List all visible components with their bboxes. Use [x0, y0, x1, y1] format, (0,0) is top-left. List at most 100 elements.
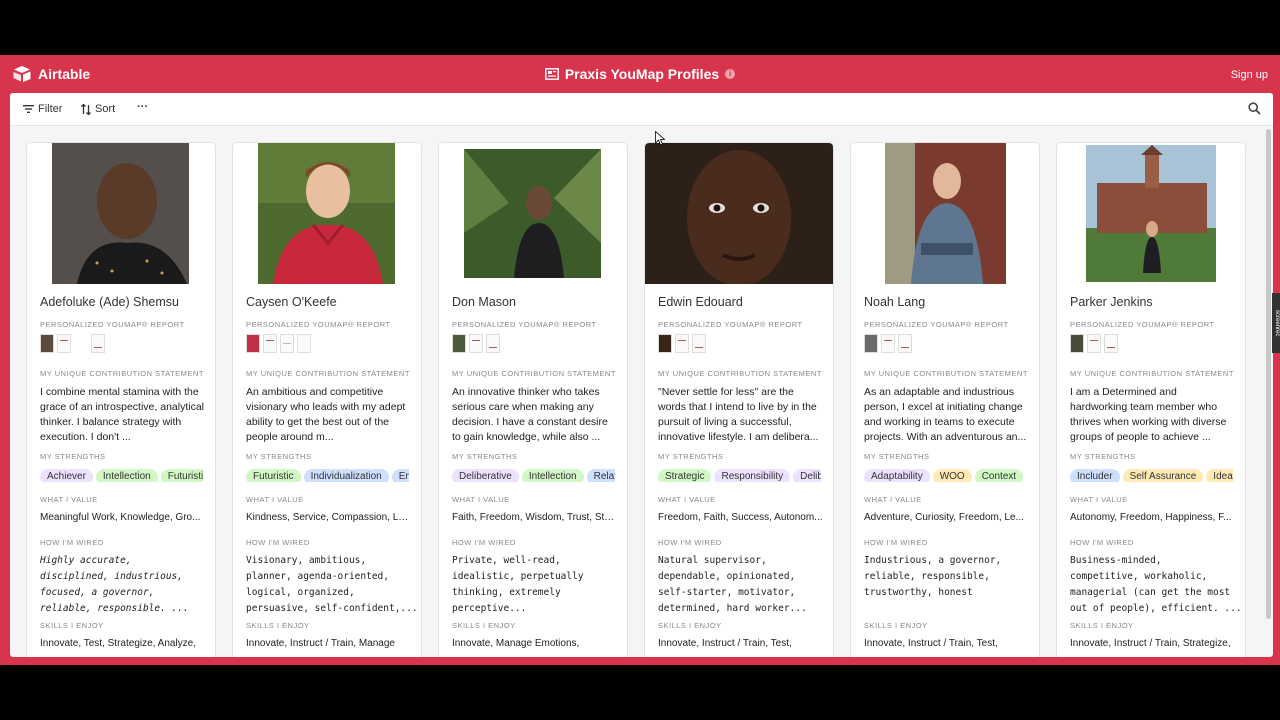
report-attachments[interactable] [658, 334, 706, 353]
strength-tag: Adaptability [864, 469, 930, 482]
attachment-thumbnail[interactable] [1104, 334, 1118, 353]
wired-label: HOW I'M WIRED [40, 538, 104, 547]
attachment-thumbnail[interactable] [1070, 334, 1084, 353]
contribution-statement: An ambitious and competitive visionary w… [246, 386, 406, 443]
statement-label: MY UNIQUE CONTRIBUTION STATEMENT [658, 369, 822, 378]
strengths-label: MY STRENGTHS [658, 452, 724, 461]
search-icon [1248, 102, 1261, 115]
skills-text: Innovate, Manage Emotions, [452, 638, 580, 649]
wired-text: Natural supervisor, dependable, opiniona… [658, 555, 807, 614]
attachment-thumbnail[interactable] [486, 334, 500, 353]
top-bar: Airtable Praxis YouMap Profiles i Sign u… [0, 55, 1280, 93]
gallery-panel: Filter Sort ··· Adefoluke (Ade) Shemsu P… [10, 93, 1273, 657]
attachment-thumbnail[interactable] [452, 334, 466, 353]
letterbox-bottom [0, 665, 1280, 720]
profile-photo [1057, 143, 1245, 284]
report-label: PERSONALIZED YOUMAP® REPORT [658, 320, 803, 329]
attachment-thumbnail[interactable] [40, 334, 54, 353]
wired-text: Industrious, a governor, reliable, respo… [864, 555, 1002, 598]
filter-label: Filter [38, 103, 63, 115]
report-label: PERSONALIZED YOUMAP® REPORT [40, 320, 185, 329]
strengths-list: FuturisticIndividualizationEm [246, 466, 409, 482]
attachment-thumbnail[interactable] [864, 334, 878, 353]
sign-up-link[interactable]: Sign up [1231, 69, 1268, 81]
record-card[interactable]: Edwin Edouard PERSONALIZED YOUMAP® REPOR… [645, 143, 833, 657]
attachment-thumbnail[interactable] [692, 334, 706, 353]
attachment-thumbnail[interactable] [246, 334, 260, 353]
attachment-thumbnail[interactable] [469, 334, 483, 353]
report-label: PERSONALIZED YOUMAP® REPORT [864, 320, 1009, 329]
skills-label: SKILLS I ENJOY [452, 621, 516, 630]
attachment-thumbnail[interactable] [280, 334, 294, 353]
profile-photo [233, 143, 421, 284]
profile-photo [851, 143, 1039, 284]
strength-tag: Em [391, 469, 409, 482]
skills-label: SKILLS I ENJOY [246, 621, 310, 630]
values-text: Freedom, Faith, Success, Autonom... [658, 512, 823, 523]
attachment-thumbnail[interactable] [881, 334, 895, 353]
strengths-label: MY STRENGTHS [246, 452, 312, 461]
record-card[interactable]: Noah Lang PERSONALIZED YOUMAP® REPORT MY… [851, 143, 1039, 657]
report-attachments[interactable] [1070, 334, 1118, 353]
statement-label: MY UNIQUE CONTRIBUTION STATEMENT [40, 369, 204, 378]
strength-tag: Responsibility [714, 469, 791, 482]
wired-text: Visionary, ambitious, planner, agenda-or… [246, 555, 416, 614]
attachment-thumbnail[interactable] [1087, 334, 1101, 353]
filter-button[interactable]: Filter [23, 103, 62, 115]
person-name: Don Mason [452, 295, 516, 309]
record-card[interactable]: Parker Jenkins PERSONALIZED YOUMAP® REPO… [1057, 143, 1245, 657]
search-button[interactable] [1248, 102, 1261, 118]
strength-tag: Strategic [658, 469, 712, 482]
attachment-thumbnail[interactable] [658, 334, 672, 353]
skills-label: SKILLS I ENJOY [658, 621, 722, 630]
strength-tag: Deliberative [452, 469, 519, 482]
strengths-label: MY STRENGTHS [1070, 452, 1136, 461]
strength-tag: Context [974, 469, 1024, 482]
report-attachments[interactable] [40, 334, 105, 353]
attachment-thumbnail[interactable] [675, 334, 689, 353]
attachment-thumbnail[interactable] [263, 334, 277, 353]
strength-tag: Futuristi [160, 469, 203, 482]
wired-label: HOW I'M WIRED [658, 538, 722, 547]
attachment-thumbnail[interactable] [74, 334, 88, 353]
wired-label: HOW I'M WIRED [452, 538, 516, 547]
attachment-thumbnail[interactable] [297, 334, 311, 353]
skills-text: Innovate, Instruct / Train, Manage [246, 638, 395, 649]
strength-tag: Includer [1070, 469, 1120, 482]
strengths-list: Strategic Responsibility Delib [658, 466, 821, 482]
screenrec-side-tab[interactable]: screenrec [1272, 293, 1280, 353]
report-attachments[interactable] [452, 334, 500, 353]
contribution-statement: As an adaptable and industrious person, … [864, 386, 1027, 443]
base-title: Praxis YouMap Profiles i [0, 66, 1280, 82]
values-text: Faith, Freedom, Wisdom, Trust, Sta... [452, 512, 617, 523]
values-text: Adventure, Curiosity, Freedom, Le... [864, 512, 1024, 523]
attachment-thumbnail[interactable] [57, 334, 71, 353]
strength-tag: Achiever [40, 469, 93, 482]
strengths-label: MY STRENGTHS [452, 452, 518, 461]
vertical-scrollbar[interactable] [1266, 129, 1271, 619]
record-card[interactable]: Don Mason PERSONALIZED YOUMAP® REPORT MY… [439, 143, 627, 657]
attachment-thumbnail[interactable] [91, 334, 105, 353]
filter-icon [23, 105, 34, 113]
attachment-thumbnail[interactable] [898, 334, 912, 353]
contribution-statement: An innovative thinker who takes serious … [452, 386, 608, 443]
airtable-shared-view: Airtable Praxis YouMap Profiles i Sign u… [0, 55, 1280, 665]
sort-button[interactable]: Sort [81, 103, 115, 115]
skills-label: SKILLS I ENJOY [864, 621, 928, 630]
statement-label: MY UNIQUE CONTRIBUTION STATEMENT [452, 369, 616, 378]
wired-label: HOW I'M WIRED [1070, 538, 1134, 547]
strength-tag: Individualization [303, 469, 389, 482]
report-attachments[interactable] [864, 334, 912, 353]
person-name: Noah Lang [864, 295, 926, 309]
strengths-list: Adaptability WOO Context [864, 466, 1027, 482]
report-label: PERSONALIZED YOUMAP® REPORT [1070, 320, 1215, 329]
strength-tag: Relat [586, 469, 615, 482]
record-card[interactable]: Adefoluke (Ade) Shemsu PERSONALIZED YOUM… [27, 143, 215, 657]
skills-text: Innovate, Instruct / Train, Test, [658, 638, 792, 649]
record-card[interactable]: Caysen O'Keefe PERSONALIZED YOUMAP® REPO… [233, 143, 421, 657]
skills-text: Innovate, Instruct / Train, Strategize, [1070, 638, 1231, 649]
value-label: WHAT I VALUE [658, 495, 716, 504]
report-attachments[interactable] [246, 334, 311, 353]
info-icon[interactable]: i [725, 69, 736, 79]
more-options-button[interactable]: ··· [137, 101, 148, 113]
